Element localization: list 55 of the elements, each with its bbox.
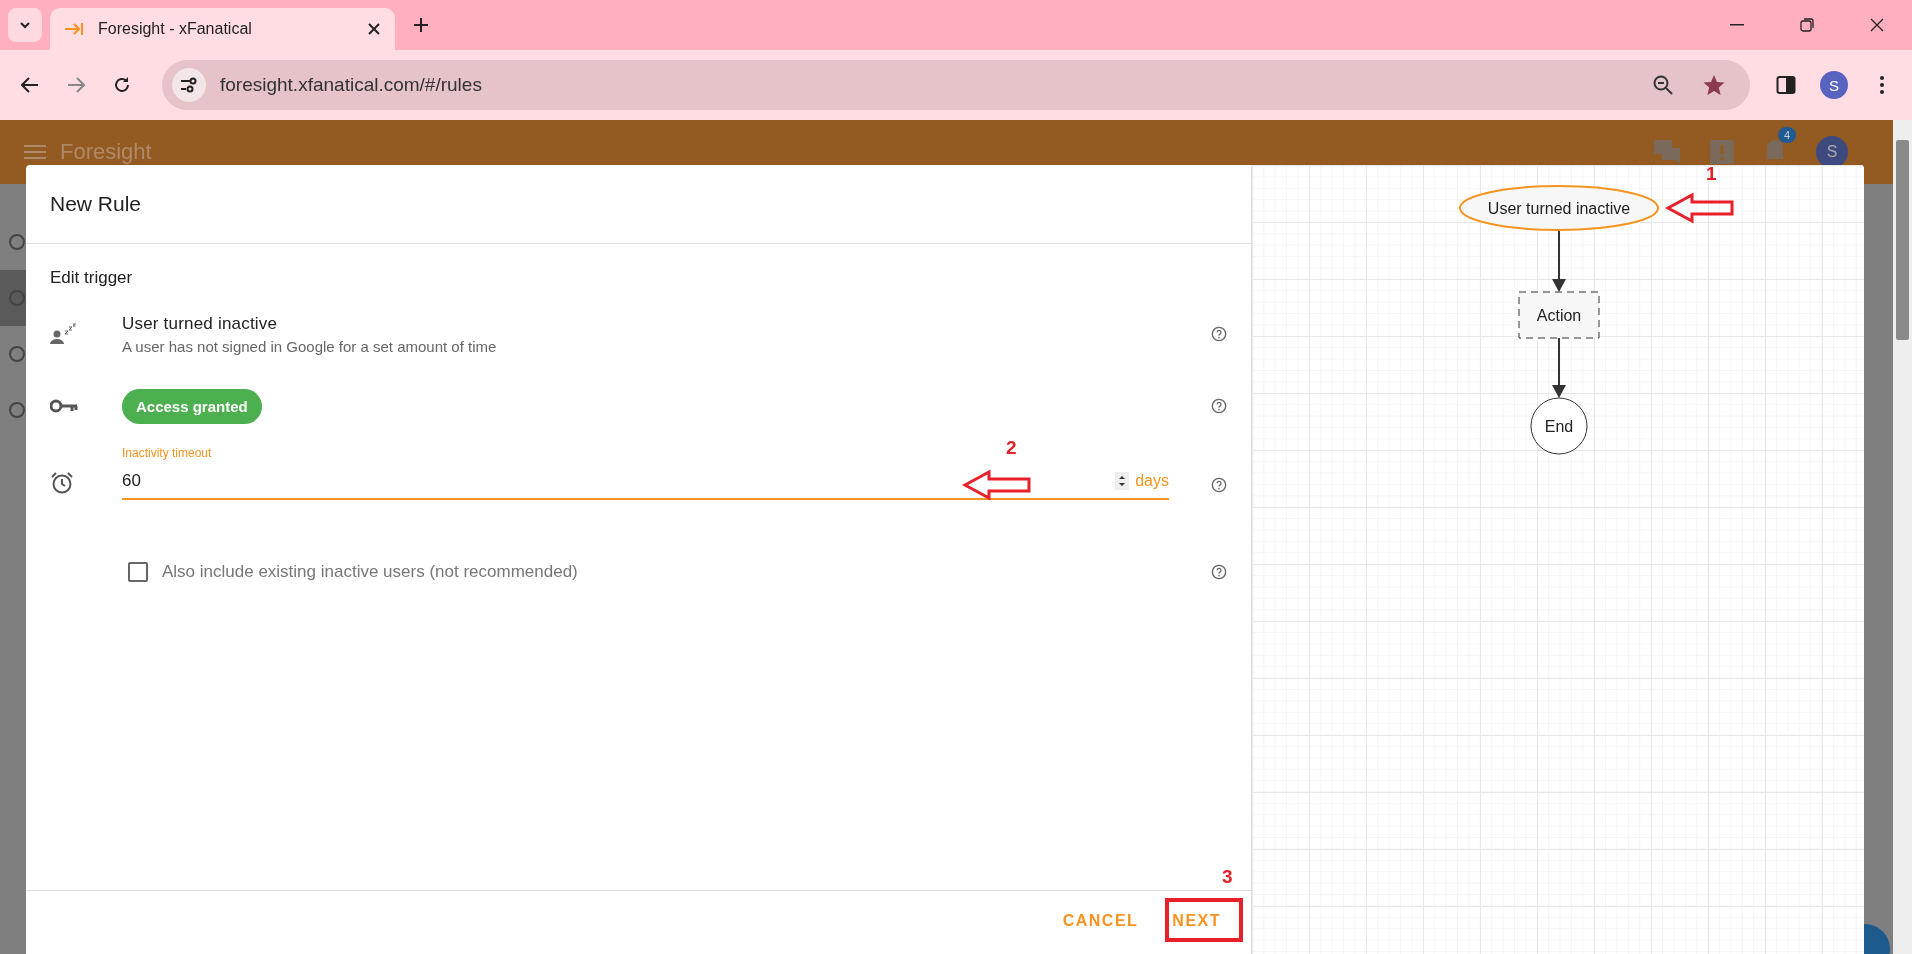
unit-label: days bbox=[1135, 472, 1169, 490]
notification-badge: 4 bbox=[1777, 127, 1796, 143]
back-icon[interactable] bbox=[21, 76, 39, 94]
annotation-number: 1 bbox=[1706, 163, 1717, 185]
help-icon[interactable] bbox=[1211, 564, 1227, 580]
annotation-arrow bbox=[963, 470, 1033, 500]
annotation-number: 2 bbox=[1006, 437, 1017, 459]
end-node[interactable]: End bbox=[1530, 397, 1588, 455]
trigger-description: A user has not signed in Google for a set amount of time bbox=[122, 337, 498, 355]
browser-tab[interactable]: Foresight - xFanatical bbox=[50, 8, 395, 50]
scrollbar-thumb[interactable] bbox=[1896, 140, 1909, 340]
site-settings-icon[interactable] bbox=[180, 77, 198, 93]
forward-icon[interactable] bbox=[67, 76, 85, 94]
side-panel-icon[interactable] bbox=[1776, 75, 1796, 95]
dialog-title: New Rule bbox=[50, 192, 142, 216]
user-avatar[interactable]: S bbox=[1816, 136, 1848, 168]
arrow-bar-icon bbox=[64, 21, 84, 37]
reload-icon[interactable] bbox=[113, 76, 131, 94]
app-title: Foresight bbox=[60, 139, 152, 165]
circle-icon bbox=[8, 233, 26, 251]
sleeping-user-icon bbox=[50, 323, 76, 345]
close-icon[interactable] bbox=[367, 22, 381, 36]
section-title: Edit trigger bbox=[50, 268, 134, 288]
help-icon[interactable] bbox=[1211, 326, 1227, 342]
key-icon bbox=[50, 399, 78, 413]
action-node[interactable]: Action bbox=[1518, 291, 1600, 339]
profile-avatar[interactable]: S bbox=[1820, 71, 1848, 99]
star-icon[interactable] bbox=[1702, 73, 1726, 97]
annotation-arrow bbox=[1666, 193, 1736, 223]
field-label: Inactivity timeout bbox=[122, 446, 212, 460]
help-icon[interactable] bbox=[1211, 398, 1227, 414]
zoom-out-icon[interactable] bbox=[1652, 74, 1674, 96]
access-chip: Access granted bbox=[122, 388, 262, 424]
new-tab-icon[interactable] bbox=[412, 16, 430, 34]
help-icon[interactable] bbox=[1211, 477, 1227, 493]
connector-arrow bbox=[1552, 230, 1566, 292]
minimize-icon[interactable] bbox=[1730, 24, 1744, 26]
circle-icon bbox=[8, 289, 26, 307]
more-icon[interactable] bbox=[1879, 75, 1885, 95]
circle-icon bbox=[8, 401, 26, 419]
connector-arrow bbox=[1552, 337, 1566, 398]
url-text: foresight.xfanatical.com/#/rules bbox=[220, 74, 483, 96]
address-bar[interactable]: foresight.xfanatical.com/#/rules bbox=[162, 60, 1750, 110]
checkbox[interactable] bbox=[128, 562, 148, 582]
circle-icon bbox=[8, 345, 26, 363]
trigger-node[interactable]: User turned inactive bbox=[1459, 185, 1659, 231]
checkbox-label: Also include existing inactive users (not recommended) bbox=[162, 562, 578, 582]
inactivity-timeout-field[interactable]: 60 days bbox=[122, 464, 1169, 500]
alarm-clock-icon bbox=[50, 471, 74, 495]
spinner-icon[interactable] bbox=[1115, 472, 1130, 490]
annotation-number: 3 bbox=[1222, 866, 1233, 888]
trigger-title: User turned inactive bbox=[122, 313, 279, 334]
tab-title: Foresight - xFanatical bbox=[98, 20, 253, 38]
restore-icon[interactable] bbox=[1800, 18, 1814, 32]
close-icon[interactable] bbox=[1870, 18, 1884, 32]
